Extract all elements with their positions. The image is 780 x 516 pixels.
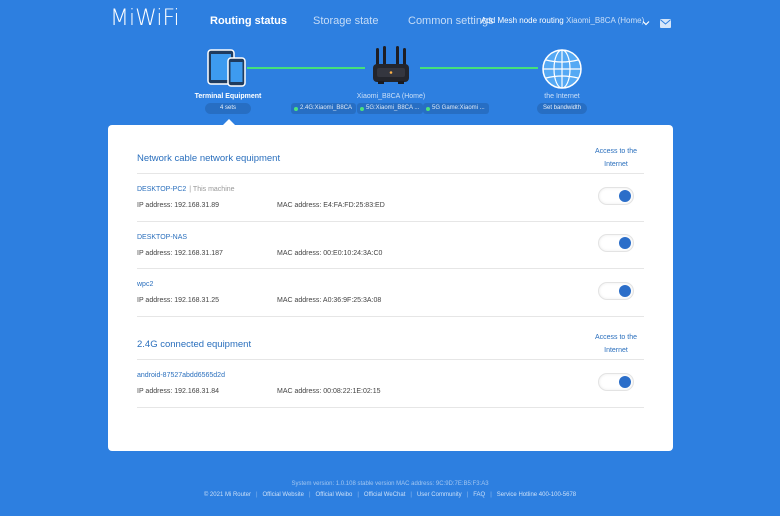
terminal-equipment-node[interactable]	[205, 46, 253, 88]
device-name[interactable]: DESKTOP-NAS	[137, 234, 187, 241]
divider	[137, 316, 644, 317]
set-bandwidth-button[interactable]: Set bandwidth	[537, 103, 587, 114]
internet-access-toggle[interactable]	[598, 282, 634, 300]
internet-label: the Internet	[544, 93, 580, 100]
device-mac: MAC address: E4:FA:FD:25:83:ED	[277, 202, 385, 209]
ssid-pill-5g[interactable]: 5G:Xiaomi_B8CA ...	[357, 103, 424, 114]
router-name-label: Xiaomi_B8CA (Home)	[356, 93, 426, 100]
access-header-line2: Internet	[604, 347, 628, 354]
internet-access-toggle[interactable]	[598, 234, 634, 252]
device-name[interactable]: android-87527abdd6565d2d	[137, 372, 225, 379]
internet-access-toggle[interactable]	[598, 373, 634, 391]
device-ip: IP address: 192.168.31.89	[137, 202, 219, 209]
footer-link-faq[interactable]: FAQ	[468, 492, 490, 498]
footer-link-wechat[interactable]: Official WeChat	[359, 492, 410, 498]
router-icon	[367, 44, 415, 93]
footer-hotline: Service Hotline 400-100-5678	[496, 492, 577, 498]
internet-node[interactable]	[541, 48, 583, 90]
internet-access-toggle[interactable]	[598, 187, 634, 205]
footer-links: © 2021 Mi Router | Official Website | Offici…	[0, 492, 780, 498]
device-mac: MAC address: A0:36:9F:25:3A:08	[277, 297, 382, 304]
tab-storage-state[interactable]: Storage state	[313, 15, 378, 27]
access-header-line1: Access to the	[594, 334, 638, 341]
section-title-wired: Network cable network equipment	[137, 153, 281, 164]
footer-link-website[interactable]: Official Website	[258, 492, 309, 498]
ssid-pill-24g[interactable]: 2.4G:Xiaomi_B8CA	[291, 103, 357, 114]
chevron-down-icon[interactable]	[642, 14, 650, 32]
terminal-count-badge: 4 sets	[205, 103, 251, 114]
divider	[137, 268, 644, 269]
device-mac: MAC address: 00:E0:10:24:3A:C0	[277, 250, 383, 257]
device-ip: IP address: 192.168.31.25	[137, 297, 219, 304]
footer-copyright: © 2021 Mi Router	[203, 492, 251, 498]
this-machine-tag: | This machine	[189, 186, 235, 193]
divider	[137, 359, 644, 360]
device-ip: IP address: 192.168.31.84	[137, 388, 219, 395]
divider	[137, 221, 644, 222]
router-selector[interactable]: Xiaomi_B8CA (Home)	[566, 16, 644, 25]
toggle-knob	[619, 237, 631, 249]
divider	[137, 173, 644, 174]
system-version: System version: 1.0.108 stable version M…	[291, 481, 489, 487]
access-header-wired: Access to the Internet	[586, 145, 646, 171]
tab-routing-status[interactable]: Routing status	[210, 15, 287, 27]
ssid-pill-5g-game[interactable]: 5G Game:Xiaomi ...	[423, 103, 489, 114]
device-list-card: Network cable network equipment Access t…	[108, 125, 673, 451]
section-title-24g: 2.4G connected equipment	[137, 339, 252, 350]
toggle-knob	[619, 285, 631, 297]
router-node[interactable]	[367, 44, 415, 88]
divider	[137, 407, 644, 408]
connection-line-terminal-router	[247, 67, 365, 69]
toggle-knob	[619, 190, 631, 202]
footer-link-community[interactable]: User Community	[412, 492, 467, 498]
access-header-line1: Access to the	[594, 148, 638, 155]
device-name[interactable]: DESKTOP-PC2	[137, 186, 186, 193]
access-header-line2: Internet	[604, 161, 628, 168]
connection-line-router-internet	[420, 67, 538, 69]
device-ip: IP address: 192.168.31.187	[137, 250, 223, 257]
tablet-phone-icon	[205, 46, 253, 93]
globe-icon	[541, 48, 583, 95]
toggle-knob	[619, 376, 631, 388]
mail-icon[interactable]	[660, 15, 671, 33]
device-name[interactable]: wpc2	[137, 281, 153, 288]
footer-link-weibo[interactable]: Official Weibo	[311, 492, 358, 498]
add-mesh-node-link[interactable]: Add Mesh node routing	[481, 16, 564, 25]
device-name-wrap: DESKTOP-PC2 | This machine	[137, 186, 235, 193]
access-header-24g: Access to the Internet	[586, 331, 646, 357]
terminal-equipment-label[interactable]: Terminal Equipment	[188, 93, 268, 100]
device-mac: MAC address: 00:08:22:1E:02:15	[277, 388, 381, 395]
